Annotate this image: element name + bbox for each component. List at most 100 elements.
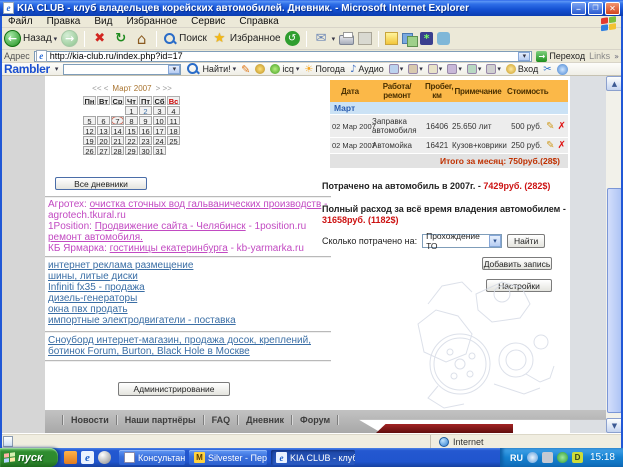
taskbar-task-silvester[interactable]: Silvester - Переписка [189,450,267,465]
calendar-day[interactable]: 23 [139,136,152,145]
rambler-search-dropdown-icon[interactable] [173,65,177,73]
calendar-day[interactable]: 12 [83,126,96,135]
calendar-day[interactable]: 28 [111,146,124,155]
nav-news[interactable]: Новости [64,415,116,425]
rambler-tools-icon[interactable] [543,64,551,75]
tray-antivirus-icon[interactable] [557,452,568,463]
calendar-day[interactable]: 15 [125,126,138,135]
search-button[interactable]: Поиск [163,32,207,46]
quicklaunch-agent-icon[interactable] [64,451,77,464]
calendar-day[interactable]: 11 [167,116,180,125]
ad-link[interactable]: импортные электродвигатели - поставка [48,315,328,326]
calendar-day[interactable]: 27 [97,146,110,155]
forward-button[interactable] [61,30,78,47]
calendar-day[interactable]: 3 [153,106,166,115]
calendar-day[interactable]: 30 [139,146,152,155]
all-diaries-button[interactable]: Все дневники [55,177,147,190]
rambler-tool-6[interactable] [486,64,501,74]
ad-link[interactable]: Infiniti fx35 - продажа [48,282,328,293]
chat-button[interactable] [437,32,450,45]
edit-icon[interactable] [546,140,554,151]
icq-button[interactable] [420,32,433,45]
rambler-smiley-icon[interactable] [557,64,568,75]
calendar-day[interactable]: 4 [167,106,180,115]
calendar-today[interactable]: 7 [111,116,124,125]
calendar-day[interactable]: 17 [153,126,166,135]
nav-forum[interactable]: Форум [293,415,337,425]
calendar-day[interactable]: 8 [125,116,138,125]
tray-volume-icon[interactable] [527,452,538,463]
history-button[interactable] [285,31,300,46]
ad-link[interactable]: гостиницы екатеринбурга [110,243,228,254]
calendar-day[interactable]: 13 [97,126,110,135]
rambler-tool-3[interactable] [428,64,443,74]
delete-icon[interactable] [558,121,566,132]
rambler-logo[interactable]: Rambler [4,62,50,76]
calendar-day[interactable]: 14 [111,126,124,135]
close-button[interactable] [605,2,620,15]
address-dropdown-icon[interactable] [523,52,527,60]
spent-category-select[interactable]: Прохождение ТО [422,234,502,248]
edit-icon[interactable] [546,121,554,132]
icq-dropdown-icon[interactable] [296,65,300,73]
ad-link[interactable]: очистка сточных вод гальванических произ… [90,199,322,210]
ad-link[interactable]: Сноуборд интернет-магазин, продажа досок… [48,335,311,357]
calendar-day[interactable]: 9 [139,116,152,125]
ad-link[interactable]: интернет реклама размещение [48,260,328,271]
ad-link[interactable]: дизель-генераторы [48,293,328,304]
calendar-next-link[interactable]: > >> [156,84,172,93]
ad-link[interactable]: шины, литые диски [48,271,328,282]
quicklaunch-ie-icon[interactable] [81,451,94,464]
taskbar-task-kiaclub[interactable]: KIA CLUB - клуб вла... [271,450,355,465]
nav-diary[interactable]: Дневник [239,415,291,425]
back-button[interactable]: Назад [4,30,57,47]
quicklaunch-media-icon[interactable] [98,451,111,464]
rambler-tool-4[interactable] [447,64,462,74]
calendar-day[interactable]: 19 [83,136,96,145]
home-button[interactable] [133,30,150,47]
paw-icon[interactable] [255,64,265,74]
find-button[interactable]: Найти [507,234,545,248]
scrollbar-thumb[interactable] [607,188,622,413]
rambler-find-button[interactable]: Найти! [186,62,236,76]
rambler-find-dropdown-icon[interactable] [233,65,237,73]
login-button[interactable]: Вход [506,64,538,74]
tray-network-icon[interactable] [542,452,553,463]
calendar-day[interactable]: 1 [125,106,138,115]
rambler-search-input[interactable] [63,64,181,75]
edit-page-button[interactable] [358,32,372,45]
discuss-button[interactable] [385,32,398,45]
calendar-day[interactable]: 26 [83,146,96,155]
taskbar-task-consultant[interactable]: КонсультантПлюс - ... [119,450,185,465]
rambler-logo-dropdown-icon[interactable] [55,65,59,73]
address-input[interactable]: e http://kia-club.ru/index.php?id=17 [34,51,533,62]
messenger-button[interactable] [402,33,416,45]
menu-help[interactable]: Справка [239,16,278,27]
calendar-day[interactable]: 22 [125,136,138,145]
ad-link[interactable]: ремонт автомобиля. [48,232,143,243]
calendar-day[interactable]: 18 [167,126,180,135]
back-dropdown-icon[interactable] [54,35,58,43]
delete-icon[interactable] [558,140,566,151]
weather-button[interactable]: Погода [304,64,345,75]
calendar-day[interactable]: 5 [83,116,96,125]
ad-link[interactable]: Продвижение сайта - Челябинск [95,221,246,232]
calendar-day[interactable]: 24 [153,136,166,145]
go-button[interactable]: Переход [536,51,585,62]
rambler-icq-button[interactable]: icq [270,64,299,74]
mail-button[interactable] [313,30,336,47]
mail-dropdown-icon[interactable] [332,35,336,43]
calendar-day[interactable]: 10 [153,116,166,125]
refresh-button[interactable] [112,30,129,47]
rambler-tool-5[interactable] [467,64,482,74]
menu-view[interactable]: Вид [94,16,112,27]
menu-tools[interactable]: Сервис [191,16,225,27]
minimize-button[interactable] [571,2,586,15]
language-indicator[interactable]: RU [510,453,523,463]
links-toolbar[interactable]: Links [589,51,610,61]
rambler-tool-2[interactable] [408,64,423,74]
nav-partners[interactable]: Наши партнёры [118,415,203,425]
calendar-day[interactable]: 25 [167,136,180,145]
calendar-day[interactable]: 31 [153,146,166,155]
links-chevron-icon[interactable] [614,52,619,61]
